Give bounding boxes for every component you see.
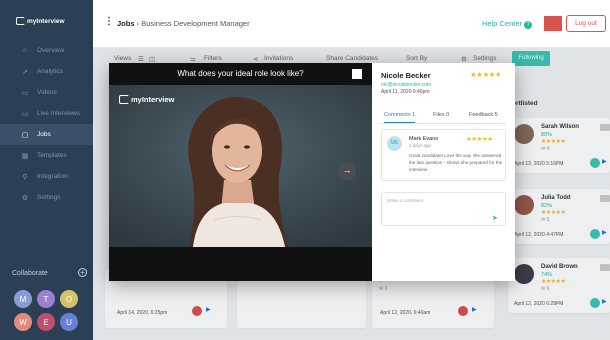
- logout-button[interactable]: Log out: [566, 15, 606, 32]
- sidebar-item-analytics[interactable]: ↗ Analytics: [0, 61, 93, 82]
- next-arrow-icon[interactable]: →: [338, 162, 356, 180]
- avatar[interactable]: E: [37, 313, 55, 331]
- sidebar-item-videos[interactable]: ▭ Videos: [0, 82, 93, 103]
- candidate-video-image: [109, 85, 372, 247]
- candidate-modal: What does your ideal role look like? myI…: [109, 63, 515, 281]
- sidebar-item-overview[interactable]: ⌂ Overview: [0, 40, 93, 61]
- comment-placeholder: Write a comment: [387, 199, 424, 204]
- breadcrumb-section[interactable]: Jobs: [117, 19, 135, 28]
- panel-tabs: Comments 1 Files 0 Feedback 5: [381, 110, 506, 124]
- video-frame[interactable]: myInterview →: [109, 85, 372, 247]
- help-center-label: Help Center: [482, 19, 523, 28]
- avatar[interactable]: U: [60, 313, 78, 331]
- help-icon: ?: [524, 21, 533, 29]
- watermark-text: myInterview: [131, 95, 175, 104]
- sidebar-item-label: Templates: [37, 152, 67, 159]
- company-logo: [544, 16, 562, 31]
- help-center-link[interactable]: Help Center ?: [482, 19, 533, 29]
- sidebar-item-live-interviews[interactable]: ▭ Live Interviews: [0, 103, 93, 124]
- live-icon: ▭: [21, 110, 29, 118]
- question-thumbnail-icon[interactable]: [352, 69, 362, 79]
- collaborator-list: M T O W E U: [14, 290, 88, 331]
- tab-comments[interactable]: Comments 1: [384, 112, 416, 123]
- add-collaborator-icon[interactable]: +: [78, 268, 87, 277]
- comment-author: Mark Evans: [409, 136, 439, 142]
- avatar[interactable]: O: [60, 290, 78, 308]
- comment-input[interactable]: Write a comment ➤: [381, 192, 506, 226]
- send-icon[interactable]: ➤: [492, 214, 498, 222]
- integration-icon: ⚲: [22, 173, 28, 181]
- video-watermark-logo: myInterview: [119, 95, 174, 104]
- app-logo[interactable]: myInterview: [16, 17, 65, 25]
- sidebar-item-jobs[interactable]: ▢ Jobs: [0, 124, 93, 145]
- breadcrumb-page: Business Development Manager: [141, 19, 250, 28]
- sidebar-item-label: Live Interviews: [37, 110, 80, 117]
- sidebar-item-integration[interactable]: ⚲ Integration: [0, 166, 93, 187]
- question-title: What does your ideal role look like?: [177, 69, 304, 78]
- comment-card: ME Mark Evans ★★★★★ 2 days ago Great can…: [381, 129, 506, 181]
- avatar[interactable]: W: [14, 313, 32, 331]
- tab-feedback[interactable]: Feedback 5: [469, 112, 498, 118]
- comment-time: 2 days ago: [409, 143, 432, 148]
- more-menu-icon[interactable]: ⋮: [104, 16, 114, 27]
- candidate-email[interactable]: nic@nicolebecker.com: [381, 82, 431, 88]
- sidebar-item-label: Integration: [37, 173, 68, 180]
- candidate-name: Nicole Becker: [381, 71, 431, 80]
- sidebar-nav: ⌂ Overview ↗ Analytics ▭ Videos ▭ Live Inter…: [0, 40, 93, 208]
- candidate-date: April 11, 2020 9:46pm: [381, 89, 430, 95]
- candidate-panel: Nicole Becker ★★★★★ nic@nicolebecker.com…: [372, 63, 515, 281]
- collaborate-label: Collaborate: [12, 270, 48, 277]
- sidebar-item-label: Overview: [37, 47, 65, 54]
- video-icon: ▭: [21, 89, 29, 97]
- logo-text: myInterview: [27, 17, 65, 25]
- sidebar: myInterview ⌂ Overview ↗ Analytics ▭ Videos…: [0, 0, 93, 340]
- top-bar: ⋮ Jobs › Business Development Manager He…: [93, 0, 610, 48]
- avatar[interactable]: T: [37, 290, 55, 308]
- home-icon: ⌂: [22, 47, 28, 54]
- templates-icon: ▦: [21, 152, 29, 160]
- logo-icon: [16, 17, 25, 25]
- avatar[interactable]: M: [14, 290, 32, 308]
- breadcrumb: Jobs › Business Development Manager: [117, 19, 250, 28]
- video-player[interactable]: What does your ideal role look like? myI…: [109, 63, 372, 281]
- sidebar-item-label: Jobs: [37, 131, 51, 138]
- rating-stars: ★★★★★: [466, 136, 493, 143]
- sidebar-item-label: Settings: [37, 194, 61, 201]
- sidebar-item-settings[interactable]: ⚙ Settings: [0, 187, 93, 208]
- sidebar-item-templates[interactable]: ▦ Templates: [0, 145, 93, 166]
- settings-icon: ⚙: [21, 194, 29, 202]
- logo-icon: [119, 95, 129, 104]
- avatar: ME: [387, 136, 402, 151]
- jobs-icon: ▢: [21, 131, 29, 139]
- sidebar-item-label: Analytics: [37, 68, 64, 75]
- comment-text: Great candidate! Love the way she answer…: [409, 153, 503, 172]
- tab-files[interactable]: Files 0: [433, 112, 449, 118]
- analytics-icon: ↗: [22, 68, 28, 76]
- sidebar-item-label: Videos: [37, 89, 57, 96]
- breadcrumb-separator: ›: [136, 19, 140, 28]
- rating-stars[interactable]: ★★★★★: [470, 70, 502, 79]
